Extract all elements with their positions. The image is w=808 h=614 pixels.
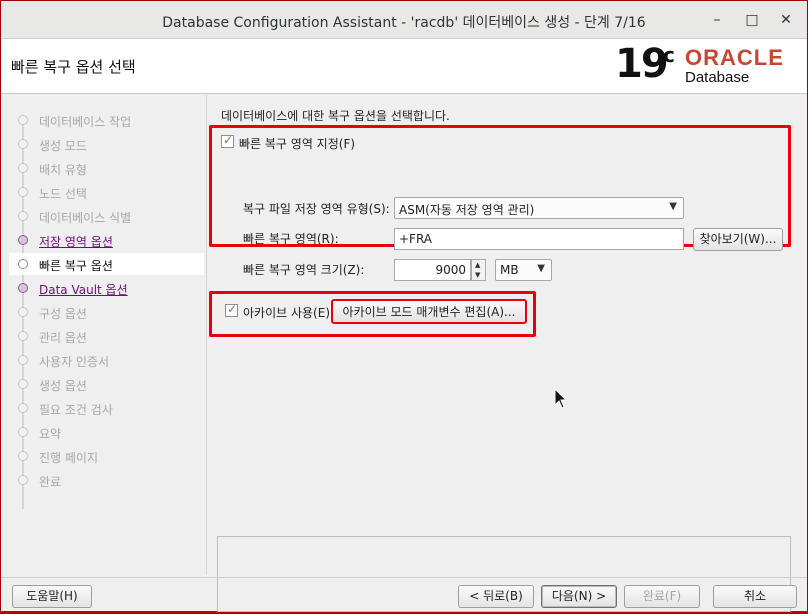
step-dot-icon [18,475,28,485]
fra-location-label: 빠른 복구 영역(R): [243,232,339,246]
dropdown-arrow-icon: ▼ [537,263,545,274]
intro-text: 데이터베이스에 대한 복구 옵션을 선택합니다. [221,109,450,123]
step-finish: 완료 [9,469,204,491]
check-icon: ✓ [223,133,234,147]
fra-size-unit-select[interactable]: MB ▼ [495,259,552,281]
fra-checkbox[interactable]: ✓ [221,133,234,148]
step-dot-icon [18,115,28,125]
fra-size-label: 빠른 복구 영역 크기(Z): [243,263,365,277]
mouse-cursor-icon [554,388,568,409]
logo-version: 19 [615,41,669,87]
step-prerequisite-checks: 필요 조건 검사 [9,397,204,419]
minimize-button[interactable]: – [706,9,728,31]
cancel-button[interactable]: 취소 [713,585,797,608]
step-configuration-options: 구성 옵션 [9,301,204,323]
logo-brand: ORACLE [685,45,784,70]
storage-type-select[interactable]: ASM(자동 저장 영역 관리) ▼ [394,197,684,219]
page-title: 빠른 복구 옵션 선택 [11,58,136,76]
step-management-options: 관리 옵션 [9,325,204,347]
fra-size-unit-value: MB [500,263,519,277]
step-dot-icon [18,211,28,221]
fra-checkbox-label[interactable]: 빠른 복구 영역 지정(F) [239,135,355,152]
step-dot-icon [18,163,28,173]
spin-down-icon[interactable]: ▼ [475,271,480,279]
step-database-operation: 데이터베이스 작업 [9,109,204,131]
storage-type-value: ASM(자동 저장 영역 관리) [399,203,535,217]
step-storage-option[interactable]: 저장 영역 옵션 [9,229,204,251]
step-dot-icon [18,331,28,341]
step-creation-option: 생성 옵션 [9,373,204,395]
logo-product: Database [685,69,750,86]
wizard-footer: 도움말(H) < 뒤로(B) 다음(N) > 완료(F) 취소 [1,577,807,611]
step-deployment-type: 배치 유형 [9,157,204,179]
step-database-identification: 데이터베이스 식별 [9,205,204,227]
close-button[interactable]: ✕ [775,9,797,31]
help-button[interactable]: 도움말(H) [12,585,92,608]
step-dot-icon [18,259,28,269]
step-dot-icon [18,355,28,365]
step-node-selection: 노드 선택 [9,181,204,203]
back-button[interactable]: < 뒤로(B) [458,585,534,608]
step-dot-icon [18,379,28,389]
check-icon: ✓ [227,302,238,316]
step-dot-icon [18,403,28,413]
dropdown-arrow-icon: ▼ [669,201,677,212]
archive-checkbox[interactable]: ✓ [225,302,238,317]
page-header: 빠른 복구 옵션 선택 19 c ORACLE Database [1,39,807,94]
window-titlebar: Database Configuration Assistant - 'racd… [1,1,807,39]
edit-archive-params-button[interactable]: 아카이브 모드 매개변수 편집(A)... [331,299,527,324]
step-creation-mode: 생성 모드 [9,133,204,155]
step-dot-icon [18,451,28,461]
finish-button[interactable]: 완료(F) [624,585,700,608]
spin-up-icon[interactable]: ▲ [475,261,480,269]
main-content: 데이터베이스에 대한 복구 옵션을 선택합니다. ✓ 빠른 복구 영역 지정(F… [206,95,802,612]
step-dot-icon [18,283,28,293]
logo-superscript: c [663,43,675,67]
step-fast-recovery-option[interactable]: 빠른 복구 옵션 [9,253,204,275]
fra-size-value: 9000 [435,263,466,277]
fra-size-spinner[interactable]: ▲ ▼ [471,259,486,281]
browse-button[interactable]: 찾아보기(W)... [693,228,783,251]
wizard-steps-sidebar: 데이터베이스 작업 생성 모드 배치 유형 노드 선택 데이터베이스 식별 저장… [9,109,204,579]
storage-type-label: 복구 파일 저장 영역 유형(S): [243,202,390,216]
step-dot-icon [18,307,28,317]
fra-location-input[interactable]: +FRA [394,228,684,250]
fra-location-value: +FRA [399,232,433,246]
maximize-button[interactable]: □ [741,9,763,31]
step-dot-icon [18,139,28,149]
fra-size-input[interactable]: 9000 [394,259,471,281]
step-dot-icon [18,427,28,437]
oracle-logo: 19 c ORACLE Database [613,41,803,91]
next-button[interactable]: 다음(N) > [541,585,617,608]
step-dot-icon [18,235,28,245]
app-body: 빠른 복구 옵션 선택 19 c ORACLE Database 데이터베이스 … [1,39,807,612]
window-title: Database Configuration Assistant - 'racd… [162,15,646,31]
step-user-credentials: 사용자 인증서 [9,349,204,371]
archive-checkbox-label[interactable]: 아카이브 사용(E) [243,304,330,321]
step-summary: 요약 [9,421,204,443]
step-dot-icon [18,187,28,197]
step-progress-page: 진행 페이지 [9,445,204,467]
step-data-vault-option[interactable]: Data Vault 옵션 [9,277,204,299]
